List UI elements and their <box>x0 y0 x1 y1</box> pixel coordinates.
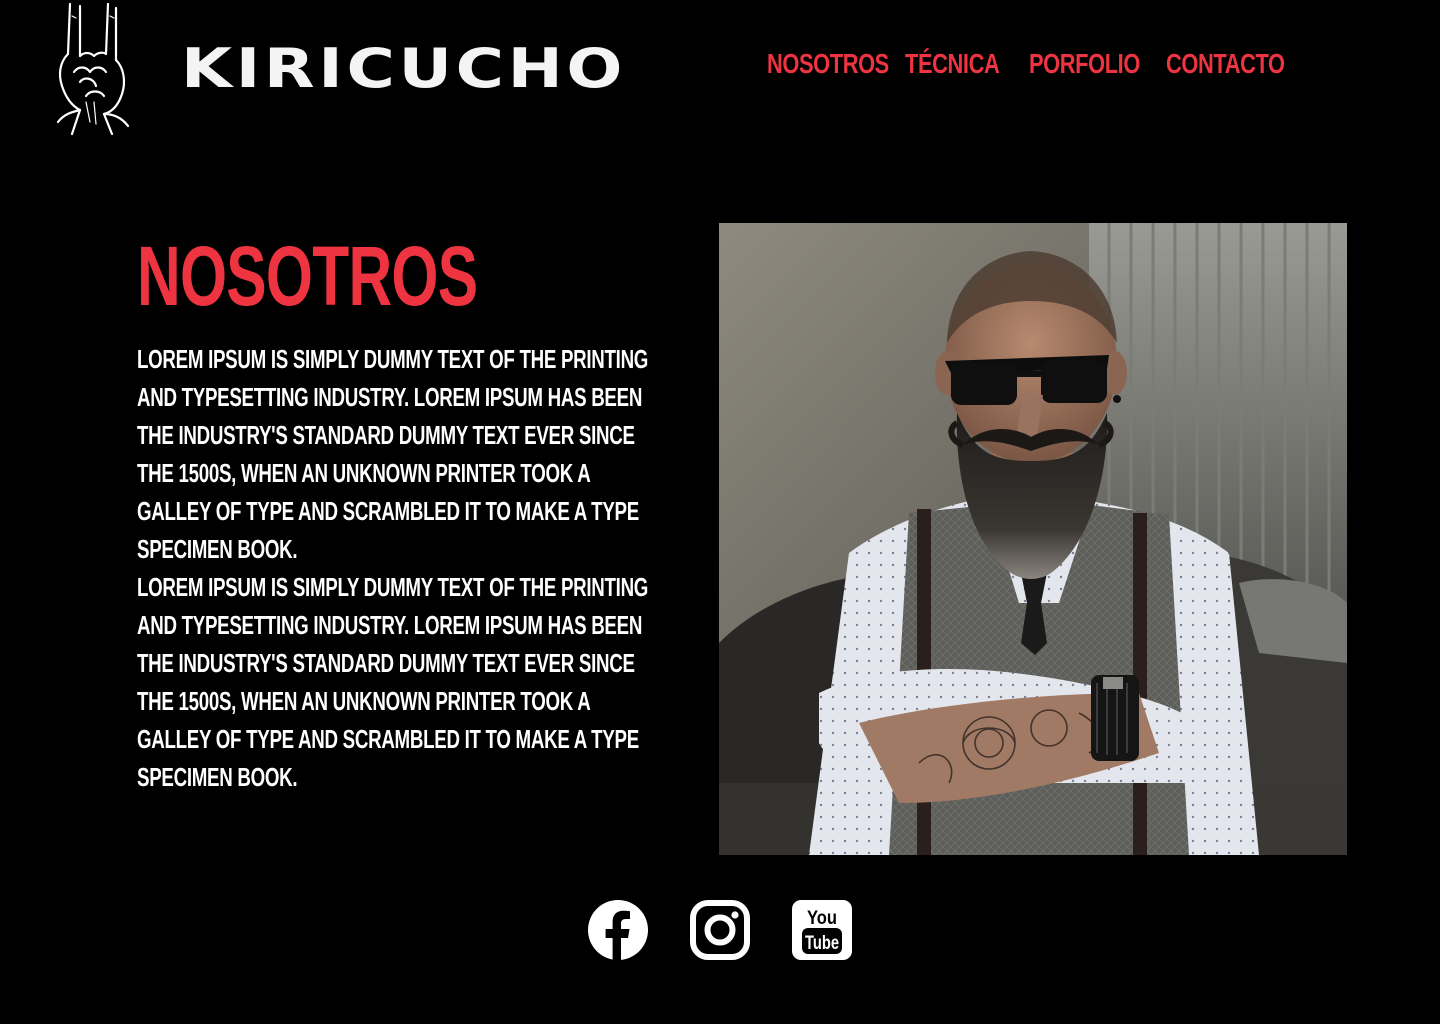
nav-item-contacto[interactable]: CONTACTO <box>1166 44 1285 84</box>
page-title: NOSOTROS <box>137 229 478 323</box>
nav-item-porfolio[interactable]: PORFOLIO <box>1029 44 1140 84</box>
instagram-icon[interactable] <box>689 899 751 961</box>
nav-item-tecnica[interactable]: TÉCNICA <box>905 44 1000 84</box>
nav-item-nosotros[interactable]: NOSOTROS <box>767 44 889 84</box>
youtube-label-bottom: Tube <box>805 933 839 954</box>
facebook-icon[interactable] <box>587 899 649 961</box>
brand-name: KIRICUCHO <box>181 37 627 100</box>
rock-hand-icon <box>50 2 136 136</box>
youtube-icon[interactable]: You Tube <box>791 899 853 961</box>
portrait-photo <box>719 223 1347 855</box>
about-paragraph-2: Lorem Ipsum is simply dummy text of the … <box>137 572 649 792</box>
about-text: Lorem Ipsum is simply dummy text of the … <box>137 340 665 796</box>
youtube-label-top: You <box>807 908 837 929</box>
about-paragraph-1: Lorem Ipsum is simply dummy text of the … <box>137 344 649 564</box>
